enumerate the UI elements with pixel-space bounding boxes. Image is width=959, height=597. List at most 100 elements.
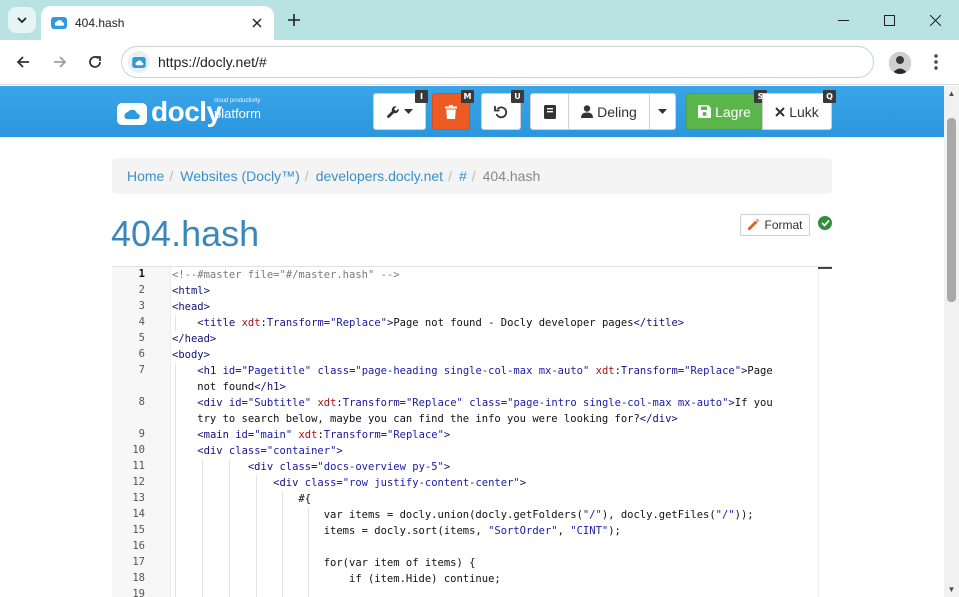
document-button[interactable] bbox=[530, 93, 569, 130]
tab-strip: 404.hash bbox=[0, 0, 959, 40]
floppy-disk-icon bbox=[698, 105, 712, 118]
breadcrumb-hash[interactable]: # bbox=[459, 168, 467, 184]
valid-check-icon bbox=[818, 216, 832, 230]
code-line: </head> bbox=[172, 333, 217, 345]
editor-scroll-track bbox=[818, 267, 819, 597]
url-text: https://docly.net/# bbox=[158, 54, 267, 70]
tab-close-icon[interactable] bbox=[248, 14, 266, 32]
code-line: <head> bbox=[172, 301, 210, 313]
breadcrumb-home[interactable]: Home bbox=[127, 168, 164, 184]
code-line: if (item.Hide) continue; bbox=[172, 573, 501, 585]
page-scrollbar[interactable]: ▲ ▼ bbox=[944, 86, 959, 597]
line-number-gutter: 1 2 3 4 5 6 7 8 9 10 11 12 13 14 15 16 1… bbox=[112, 267, 171, 597]
window-minimize-icon[interactable] bbox=[820, 0, 866, 40]
window-maximize-icon[interactable] bbox=[866, 0, 912, 40]
reload-icon[interactable] bbox=[81, 48, 109, 76]
line-number: 4 bbox=[138, 316, 145, 328]
back-arrow-icon[interactable] bbox=[9, 48, 37, 76]
code-line: <title xdt:Transform="Replace">Page not … bbox=[197, 317, 685, 329]
share-dropdown-toggle[interactable] bbox=[649, 93, 676, 130]
breadcrumb-separator: / bbox=[448, 168, 452, 184]
pencil-icon bbox=[748, 219, 760, 230]
window-close-icon[interactable] bbox=[912, 0, 958, 40]
breadcrumb-websites[interactable]: Websites (Docly™) bbox=[180, 168, 300, 184]
line-number: 1 bbox=[138, 268, 145, 280]
line-number: 7 bbox=[138, 364, 145, 376]
line-number: 18 bbox=[132, 572, 145, 584]
share-label: Deling bbox=[597, 103, 637, 120]
code-line: <main id="main" xdt:Transform="Replace"> bbox=[197, 429, 451, 441]
code-line: items = docly.sort(items, "SortOrder", "… bbox=[172, 525, 621, 537]
code-line: <div class="docs-overview py-5"> bbox=[247, 461, 451, 473]
code-line: not found</h1> bbox=[172, 381, 286, 393]
line-number: 17 bbox=[132, 556, 145, 568]
line-number: 15 bbox=[132, 524, 145, 536]
line-number: 8 bbox=[138, 396, 145, 408]
user-icon bbox=[581, 105, 594, 118]
save-button[interactable]: Lagre bbox=[686, 93, 763, 130]
format-label: Format bbox=[764, 218, 803, 232]
scroll-up-arrow-icon[interactable]: ▲ bbox=[947, 89, 956, 98]
code-content[interactable]: <!--#master file="#/master.hash" --> <ht… bbox=[172, 267, 832, 597]
code-editor[interactable]: 1 2 3 4 5 6 7 8 9 10 11 12 13 14 15 16 1… bbox=[112, 266, 832, 597]
caret-down-icon bbox=[404, 108, 413, 114]
scroll-thumb[interactable] bbox=[947, 118, 956, 302]
editor-scroll-indicator[interactable] bbox=[818, 267, 832, 269]
close-label: Lukk bbox=[789, 103, 819, 120]
line-number: 13 bbox=[132, 492, 145, 504]
browser-menu-icon[interactable] bbox=[924, 49, 948, 75]
page-title: 404.hash bbox=[111, 213, 260, 254]
caret-down-icon bbox=[658, 108, 667, 114]
forward-arrow-icon[interactable] bbox=[46, 48, 74, 76]
save-label: Lagre bbox=[715, 103, 751, 120]
close-button[interactable]: Lukk bbox=[762, 93, 832, 130]
address-bar[interactable]: https://docly.net/# bbox=[121, 46, 874, 78]
new-tab-plus-icon[interactable] bbox=[282, 8, 306, 32]
browser-tab[interactable]: 404.hash bbox=[41, 6, 274, 40]
close-x-icon bbox=[775, 106, 785, 117]
chevron-down-icon bbox=[17, 17, 27, 24]
docly-logo[interactable]: docly cloud productivity platform bbox=[117, 96, 267, 128]
undo-shortcut-badge: U bbox=[511, 90, 524, 103]
docly-favicon-icon bbox=[51, 15, 67, 31]
line-number: 10 bbox=[132, 444, 145, 456]
line-number: 11 bbox=[132, 460, 145, 472]
line-number: 12 bbox=[132, 476, 145, 488]
code-line: <body> bbox=[172, 349, 210, 361]
line-number: 6 bbox=[138, 348, 145, 360]
undo-icon bbox=[494, 105, 508, 118]
site-info-icon[interactable] bbox=[128, 51, 150, 73]
breadcrumb-developers[interactable]: developers.docly.net bbox=[316, 168, 443, 184]
browser-toolbar: https://docly.net/# bbox=[0, 40, 959, 85]
code-line: <html> bbox=[172, 285, 210, 297]
breadcrumb-separator: / bbox=[304, 168, 309, 184]
code-line: <div class="container"> bbox=[197, 445, 343, 457]
close-shortcut-badge: Q bbox=[823, 90, 836, 103]
page-viewport: docly cloud productivity platform I M U … bbox=[0, 86, 944, 597]
cloud-logo-icon bbox=[117, 101, 147, 125]
tools-shortcut-badge: I bbox=[415, 90, 428, 103]
logo-platform: platform bbox=[214, 106, 261, 121]
format-button[interactable]: Format bbox=[740, 214, 810, 236]
breadcrumb-separator: / bbox=[169, 168, 174, 184]
code-line: <h1 id="Pagetitle" class="page-heading s… bbox=[197, 365, 773, 377]
logo-subtitle: cloud productivity bbox=[214, 98, 261, 104]
profile-avatar[interactable] bbox=[889, 52, 911, 74]
breadcrumb: Home / Websites (Docly™) / developers.do… bbox=[112, 158, 832, 194]
code-line: <div id="Subtitle" xdt:Transform="Replac… bbox=[197, 397, 773, 409]
line-number: 9 bbox=[138, 428, 145, 440]
code-line: var items = docly.union(docly.getFolders… bbox=[172, 509, 754, 521]
wrench-icon bbox=[387, 105, 399, 118]
tab-search-button[interactable] bbox=[8, 7, 36, 33]
share-button[interactable]: Deling bbox=[568, 93, 650, 130]
code-line: for(var item of items) { bbox=[172, 557, 476, 569]
book-icon bbox=[543, 104, 556, 119]
scroll-down-arrow-icon[interactable]: ▼ bbox=[947, 585, 956, 594]
line-number: 3 bbox=[138, 300, 145, 312]
code-line: <div class="row justify-content-center"> bbox=[273, 477, 527, 489]
code-line: try to search below, maybe you can find … bbox=[172, 413, 678, 425]
code-line: <!--#master file="#/master.hash" --> bbox=[172, 269, 400, 281]
logo-word: docly bbox=[151, 96, 222, 127]
